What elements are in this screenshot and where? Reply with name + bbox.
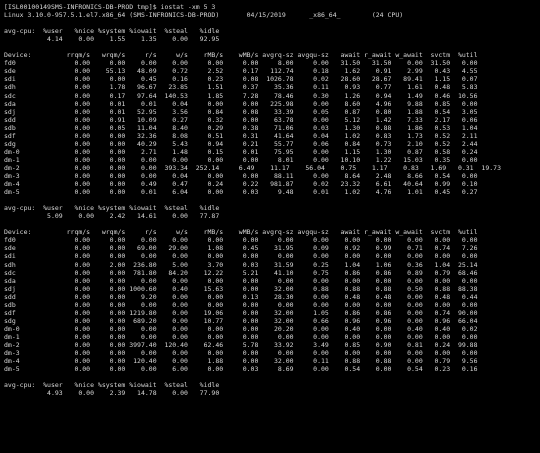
device-row: sdh 0.00 2.00 236.80 5.00 3.70 0.03 31.5… [4,260,478,269]
cpu-values: 4.93 0.00 2.39 14.78 0.00 77.90 [4,389,220,398]
device-table-1: fd0 0.00 0.00 0.00 0.00 0.00 0.00 8.00 0… [4,59,536,196]
device-row: sdi 0.00 0.00 0.45 0.16 0.23 0.08 1026.7… [4,75,478,84]
device-row: sdj 0.00 0.01 52.95 3.56 0.84 0.08 33.39… [4,107,478,116]
device-row: sdd 0.00 0.91 10.09 0.27 0.32 0.00 63.78… [4,115,478,124]
device-header: Device: rrqm/s wrqm/s r/s w/s rMB/s wMB/… [4,228,478,237]
device-row: sdb 0.00 0.05 11.04 8.40 0.29 0.38 71.06… [4,123,478,132]
prompt-line: [ISL00100149SMS-INFRONICS-DB-PROD tmp]$ … [4,3,216,11]
system-info-line: Linux 3.10.0-957.5.1.el7.x86_64 (SMS-INF… [4,11,404,20]
device-row: fd0 0.00 0.00 0.00 0.00 0.00 0.00 8.00 0… [4,59,478,68]
device-row: sda 0.00 0.01 0.01 0.04 0.00 0.00 225.98… [4,99,478,108]
device-row: dm-2 0.00 0.00 0.00 393.34 252.14 6.49 1… [4,163,501,172]
device-table-2: fd0 0.00 0.00 0.00 0.00 0.00 0.00 0.00 0… [4,236,536,373]
device-row: dm-5 0.00 0.00 0.00 6.00 0.00 0.03 8.69 … [4,365,478,374]
device-header: Device: rrqm/s wrqm/s r/s w/s rMB/s wMB/… [4,51,478,60]
device-row: sde 0.00 0.00 69.00 29.00 1.08 0.45 31.9… [4,244,478,253]
device-row: dm-4 0.00 0.00 120.40 0.00 1.88 0.00 32.… [4,357,478,366]
device-row: dm-4 0.00 0.00 0.49 0.47 0.24 0.22 981.8… [4,180,478,189]
device-row: dm-3 0.00 0.00 0.00 0.00 0.00 0.00 0.00 … [4,349,478,358]
cpu-header: avg-cpu: %user %nice %system %iowait %st… [4,27,220,36]
terminal-window[interactable]: [ISL00100149SMS-INFRONICS-DB-PROD tmp]$ … [0,0,540,453]
cpu-values: 4.14 0.00 1.55 1.35 0.00 92.95 [4,35,220,44]
device-row: dm-0 0.00 0.00 2.71 1.48 0.15 0.01 75.95… [4,147,478,156]
device-row: sdf 0.00 0.00 32.36 8.08 0.51 0.31 41.64… [4,131,478,140]
cpu-header: avg-cpu: %user %nice %system %iowait %st… [4,381,220,390]
device-row: sdc 0.00 0.00 781.80 84.20 12.22 5.21 41… [4,268,478,277]
device-row: dm-0 0.00 0.00 0.00 0.00 0.00 0.00 20.20… [4,324,478,333]
device-row: sdc 0.00 0.17 97.64 140.53 1.85 7.28 78.… [4,91,478,100]
device-row: sdd 0.00 0.00 9.20 0.00 0.00 0.13 28.30 … [4,292,478,301]
device-row: fd0 0.00 0.00 0.00 0.00 0.00 0.00 0.00 0… [4,236,478,245]
device-row: sdb 0.00 0.00 0.00 0.00 0.00 0.00 0.00 0… [4,300,478,309]
device-row: dm-5 0.00 0.00 0.01 6.04 0.00 0.03 9.48 … [4,188,478,197]
device-row: sdg 0.00 0.00 40.29 5.43 0.94 0.21 55.77… [4,139,478,148]
device-row: dm-1 0.00 0.00 0.00 0.00 0.00 0.00 8.01 … [4,155,478,164]
device-row: dm-1 0.00 0.00 0.00 0.00 0.00 0.00 0.00 … [4,332,478,341]
cpu-values: 5.09 0.00 2.42 14.61 0.00 77.87 [4,212,220,221]
device-row: sdg 0.00 0.00 689.20 0.00 10.77 0.00 32.… [4,316,478,325]
device-row: sdf 0.00 0.00 1219.80 0.00 19.06 0.00 32… [4,308,478,317]
cpu-header: avg-cpu: %user %nice %system %iowait %st… [4,204,220,213]
device-row: dm-3 0.00 0.00 0.00 0.04 0.00 0.00 88.11… [4,171,478,180]
device-row: sdi 0.00 0.00 0.00 0.00 0.00 0.00 0.00 0… [4,252,478,261]
device-row: dm-2 0.00 0.00 3997.40 120.40 62.46 5.78… [4,340,478,349]
device-row: sde 0.00 55.13 48.09 0.72 2.52 0.17 112.… [4,67,478,76]
device-row: sda 0.00 0.00 0.00 0.00 0.00 0.00 0.00 0… [4,276,478,285]
device-row: sdj 0.00 0.00 1000.60 0.40 15.63 0.00 32… [4,284,478,293]
device-row: sdh 0.00 1.78 96.67 23.85 1.51 0.37 35.3… [4,83,478,92]
